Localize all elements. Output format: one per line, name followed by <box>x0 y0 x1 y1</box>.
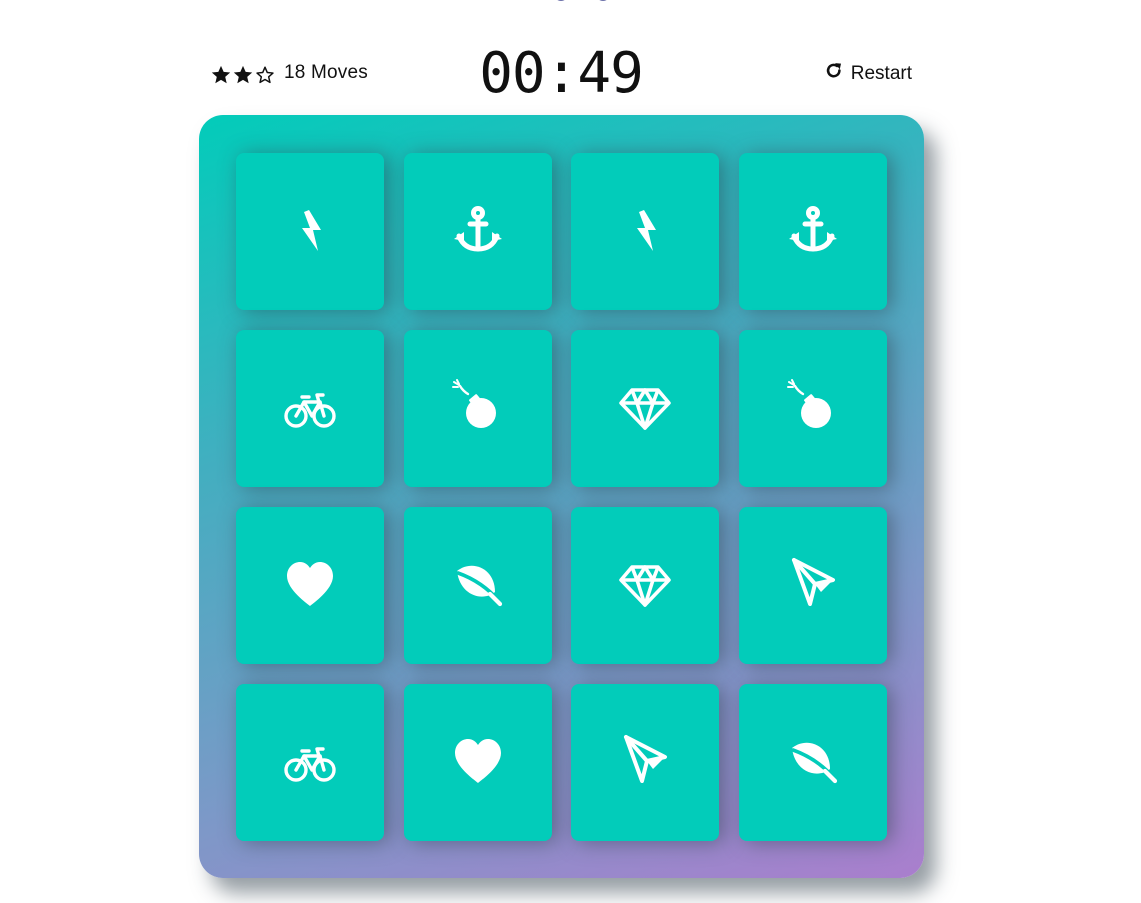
card[interactable] <box>236 684 384 841</box>
anchor-icon <box>785 202 841 262</box>
leaf-icon <box>450 556 506 616</box>
bomb-icon <box>450 378 506 439</box>
leaf-icon <box>785 733 841 793</box>
bicycle-icon <box>282 379 338 439</box>
card[interactable] <box>403 330 552 487</box>
card[interactable] <box>571 330 719 487</box>
bicycle-icon <box>282 733 338 793</box>
refresh-icon <box>825 62 843 86</box>
card[interactable] <box>738 330 887 487</box>
memory-game-page: 18 Moves 00:49 Restart <box>0 0 1141 903</box>
score-panel: 18 Moves 00:49 Restart <box>210 40 912 110</box>
restart-label: Restart <box>850 63 912 84</box>
diamond-icon <box>617 556 673 616</box>
restart-button[interactable]: Restart <box>825 62 912 86</box>
card[interactable] <box>738 507 887 664</box>
card[interactable] <box>571 507 719 664</box>
card[interactable] <box>403 507 552 664</box>
bolt-icon <box>617 202 673 262</box>
bomb-icon <box>785 378 841 439</box>
card[interactable] <box>571 684 719 841</box>
timer: 00:49 <box>479 41 644 106</box>
heart-icon <box>282 556 338 616</box>
card[interactable] <box>403 153 552 310</box>
card[interactable] <box>403 684 552 841</box>
card[interactable] <box>236 153 384 310</box>
card[interactable] <box>571 153 719 310</box>
paper-plane-icon <box>617 733 673 793</box>
card[interactable] <box>236 507 384 664</box>
card[interactable] <box>236 330 384 487</box>
anchor-icon <box>450 202 506 262</box>
heart-icon <box>450 733 506 793</box>
card[interactable] <box>738 153 887 310</box>
diamond-icon <box>617 379 673 439</box>
card-deck <box>199 115 924 878</box>
bolt-icon <box>282 202 338 262</box>
card[interactable] <box>738 684 887 841</box>
title-partial <box>540 0 650 4</box>
paper-plane-icon <box>785 556 841 616</box>
